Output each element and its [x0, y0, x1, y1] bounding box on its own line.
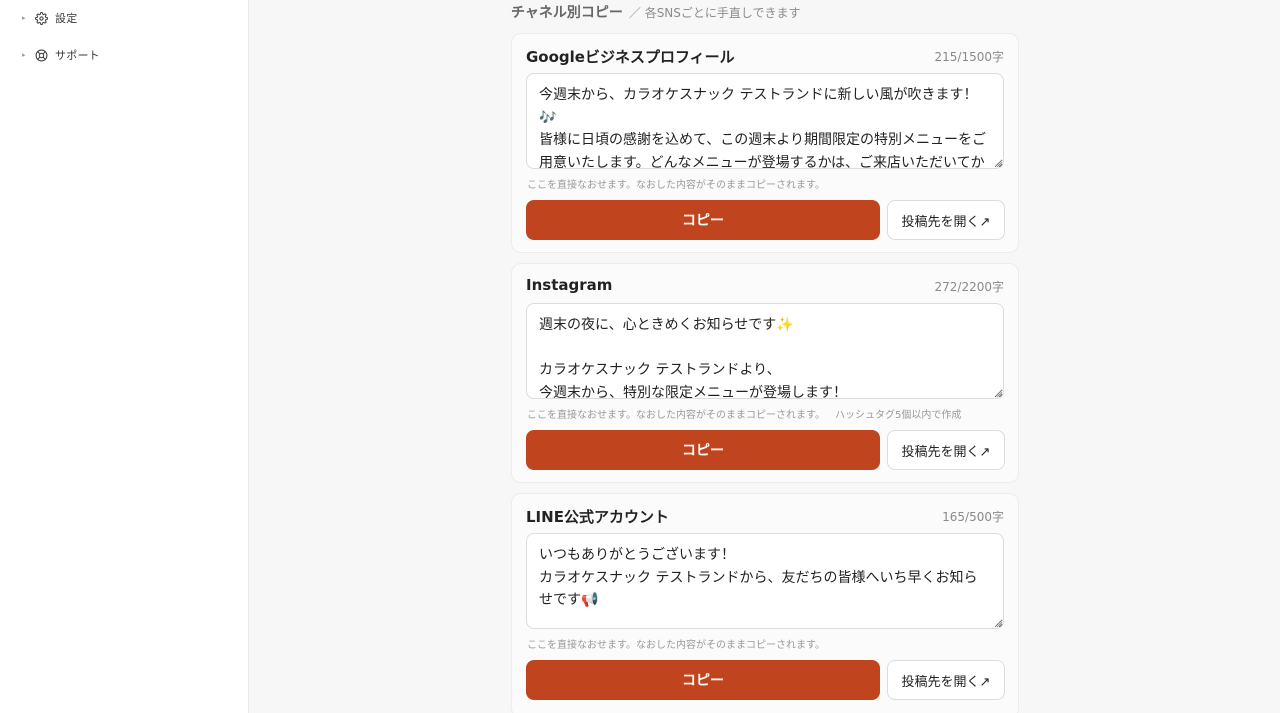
post-text-editor[interactable]: 週末の夜に、心ときめくお知らせです✨ カラオケスナック テストランドより、 今週… — [526, 303, 1004, 399]
sidebar: ▸ 設定 ▸ サポート — [0, 0, 249, 713]
post-text-editor[interactable]: 今週末から、カラオケスナック テストランドに新しい風が吹きます！🎶 皆様に日頃の… — [526, 73, 1004, 169]
chevron-right-icon: ▸ — [22, 50, 26, 59]
gear-icon — [34, 11, 48, 25]
edit-hint: ここを直接なおせます。なおした内容がそのままコピーされます。 — [527, 176, 825, 191]
sidebar-item-label: サポート — [55, 49, 100, 62]
char-count: 215/1500字 — [934, 50, 1005, 64]
section-title: チャネル別コピー — [511, 5, 623, 21]
char-count: 165/500字 — [942, 510, 1004, 524]
channel-title: Googleビジネスプロフィール — [526, 48, 735, 66]
edit-hint: ここを直接なおせます。なおした内容がそのままコピーされます。 ハッシュタグ5個以内… — [527, 406, 961, 421]
section-subtitle: ／ 各SNSごとに手直しできます — [628, 6, 801, 20]
copy-button[interactable]: コピー — [526, 660, 880, 700]
edit-hint-text: ここを直接なおせます。なおした内容がそのままコピーされます。 — [527, 410, 825, 421]
channel-title: Instagram — [526, 276, 613, 294]
copy-button[interactable]: コピー — [526, 430, 880, 470]
edit-hint-text: ここを直接なおせます。なおした内容がそのままコピーされます。 — [527, 180, 825, 191]
open-destination-button[interactable]: 投稿先を開く↗ — [887, 200, 1005, 240]
section-header: チャネル別コピー ／ 各SNSごとに手直しできます — [511, 2, 801, 22]
sidebar-item-settings[interactable]: ▸ 設定 — [22, 8, 77, 28]
channel-title: LINE公式アカウント — [526, 508, 669, 526]
channel-card-instagram: Instagram 272/2200字 週末の夜に、心ときめくお知らせです✨ カ… — [511, 263, 1019, 483]
lifebuoy-icon — [34, 48, 48, 62]
open-destination-button[interactable]: 投稿先を開く↗ — [887, 430, 1005, 470]
channel-card-google: Googleビジネスプロフィール 215/1500字 今週末から、カラオケスナッ… — [511, 33, 1019, 253]
channel-card-line: LINE公式アカウント 165/500字 いつもありがとうございます！ カラオケ… — [511, 493, 1019, 713]
sidebar-item-support[interactable]: ▸ サポート — [22, 45, 100, 65]
chevron-right-icon: ▸ — [22, 13, 26, 22]
sidebar-item-label: 設定 — [55, 12, 78, 25]
hashtag-hint: ハッシュタグ5個以内で作成 — [835, 410, 962, 421]
edit-hint: ここを直接なおせます。なおした内容がそのままコピーされます。 — [527, 636, 825, 651]
edit-hint-text: ここを直接なおせます。なおした内容がそのままコピーされます。 — [527, 640, 825, 651]
copy-button[interactable]: コピー — [526, 200, 880, 240]
char-count: 272/2200字 — [934, 280, 1005, 294]
post-text-editor[interactable]: いつもありがとうございます！ カラオケスナック テストランドから、友だちの皆様へ… — [526, 533, 1004, 629]
open-destination-button[interactable]: 投稿先を開く↗ — [887, 660, 1005, 700]
